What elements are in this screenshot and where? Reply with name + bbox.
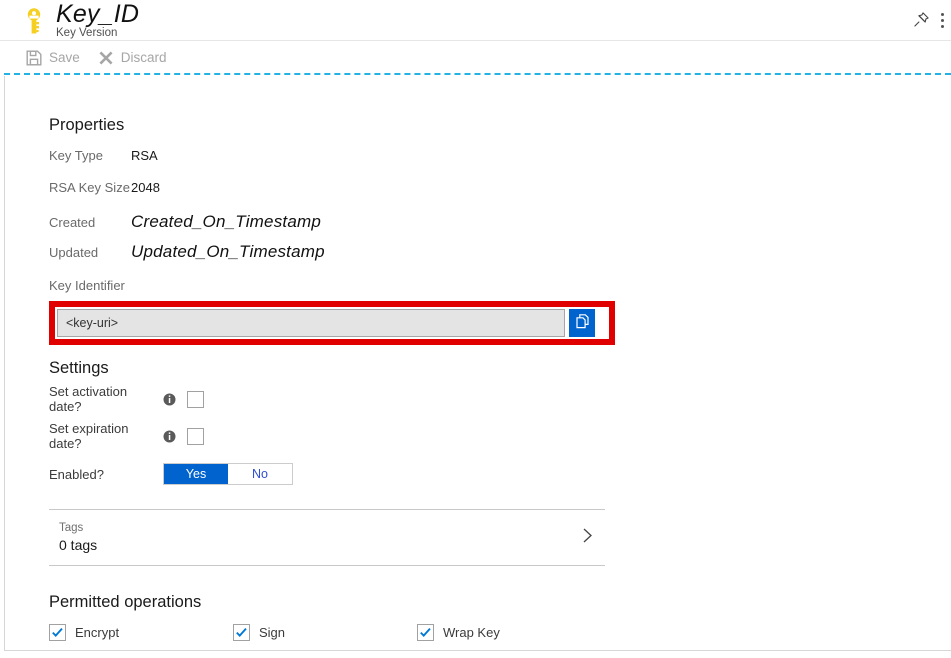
settings-heading: Settings bbox=[49, 359, 109, 377]
content-inner: Properties Key Type RSA RSA Key Size 204… bbox=[49, 76, 929, 650]
activation-date-checkbox[interactable] bbox=[187, 390, 204, 408]
ellipsis-icon-dot bbox=[940, 19, 944, 22]
ellipsis-icon-dot bbox=[940, 13, 944, 16]
copy-key-identifier-button[interactable] bbox=[569, 309, 595, 337]
property-label: Created bbox=[49, 215, 96, 230]
key-identifier-row bbox=[57, 309, 595, 337]
setting-row-enabled: Enabled? Yes No bbox=[49, 463, 929, 485]
close-x-icon bbox=[98, 50, 114, 66]
tags-row[interactable]: Tags 0 tags bbox=[49, 509, 605, 566]
chevron-right-icon bbox=[580, 526, 595, 550]
info-icon[interactable] bbox=[163, 393, 176, 406]
checkbox-checked[interactable] bbox=[417, 624, 434, 641]
expiration-date-label: Set expiration date? bbox=[49, 421, 129, 451]
tags-text-block: Tags 0 tags bbox=[59, 521, 97, 555]
operation-label: Wrap Key bbox=[443, 625, 500, 640]
operation-sign[interactable]: Sign bbox=[233, 624, 417, 641]
copy-icon bbox=[574, 313, 591, 333]
command-bar: Save Discard bbox=[4, 41, 951, 74]
activation-date-label: Set activation date? bbox=[49, 384, 128, 414]
page-subtitle: Key Version bbox=[56, 27, 118, 39]
key-icon bbox=[18, 5, 50, 37]
save-button[interactable]: Save bbox=[22, 41, 94, 74]
save-icon bbox=[26, 50, 42, 66]
info-icon[interactable] bbox=[163, 430, 176, 443]
blade-header: Key_ID Key Version bbox=[0, 0, 951, 41]
properties-heading: Properties bbox=[49, 116, 125, 134]
discard-button[interactable]: Discard bbox=[94, 41, 181, 74]
property-value: Updated_On_Timestamp bbox=[131, 242, 325, 261]
operation-label: Sign bbox=[259, 625, 286, 640]
enabled-toggle-no[interactable]: No bbox=[228, 464, 292, 484]
property-row-rsa-key-size: RSA Key Size 2048 bbox=[49, 180, 929, 195]
enabled-label: Enabled? bbox=[49, 466, 104, 482]
operation-wrap-key[interactable]: Wrap Key bbox=[417, 624, 601, 641]
operation-label: Encrypt bbox=[75, 625, 120, 640]
operation-encrypt[interactable]: Encrypt bbox=[49, 624, 233, 641]
key-identifier-input[interactable] bbox=[57, 309, 565, 337]
tags-value: 0 tags bbox=[59, 536, 98, 553]
property-value: 2048 bbox=[131, 180, 160, 195]
page-title: Key_ID bbox=[56, 0, 140, 28]
title-block: Key_ID Key Version bbox=[56, 0, 139, 40]
enabled-toggle[interactable]: Yes No bbox=[163, 463, 293, 485]
tags-label: Tags bbox=[59, 521, 84, 534]
expiration-date-checkbox[interactable] bbox=[187, 427, 204, 445]
permitted-operations-grid: Encrypt Sign Wrap Key Decrypt bbox=[49, 624, 929, 650]
permitted-operations-heading: Permitted operations bbox=[49, 593, 202, 611]
property-row-created: Created Created_On_Timestamp bbox=[49, 212, 929, 232]
property-row-updated: Updated Updated_On_Timestamp bbox=[49, 242, 929, 262]
setting-row-activation-date: Set activation date? bbox=[49, 384, 929, 414]
setting-row-expiration-date: Set expiration date? bbox=[49, 421, 929, 451]
property-value: RSA bbox=[131, 148, 158, 163]
property-row-key-type: Key Type RSA bbox=[49, 148, 929, 163]
property-value: Created_On_Timestamp bbox=[131, 212, 321, 231]
key-identifier-label: Key Identifier bbox=[49, 278, 125, 293]
property-label: Updated bbox=[49, 245, 99, 260]
discard-label: Discard bbox=[120, 50, 167, 65]
blade-content: Properties Key Type RSA RSA Key Size 204… bbox=[4, 76, 951, 651]
checkbox-checked[interactable] bbox=[49, 624, 66, 641]
property-label: Key Type bbox=[49, 148, 103, 163]
header-actions bbox=[907, 0, 949, 41]
pin-button[interactable] bbox=[907, 7, 935, 35]
ellipsis-icon-dot bbox=[940, 25, 944, 28]
pin-icon bbox=[913, 11, 930, 31]
more-options-button[interactable] bbox=[935, 7, 949, 35]
key-identifier-group bbox=[49, 301, 615, 345]
focus-indicator-line bbox=[4, 73, 951, 75]
save-label: Save bbox=[49, 50, 80, 65]
property-label: RSA Key Size bbox=[49, 180, 130, 195]
checkbox-checked[interactable] bbox=[233, 624, 250, 641]
enabled-toggle-yes[interactable]: Yes bbox=[164, 464, 228, 484]
